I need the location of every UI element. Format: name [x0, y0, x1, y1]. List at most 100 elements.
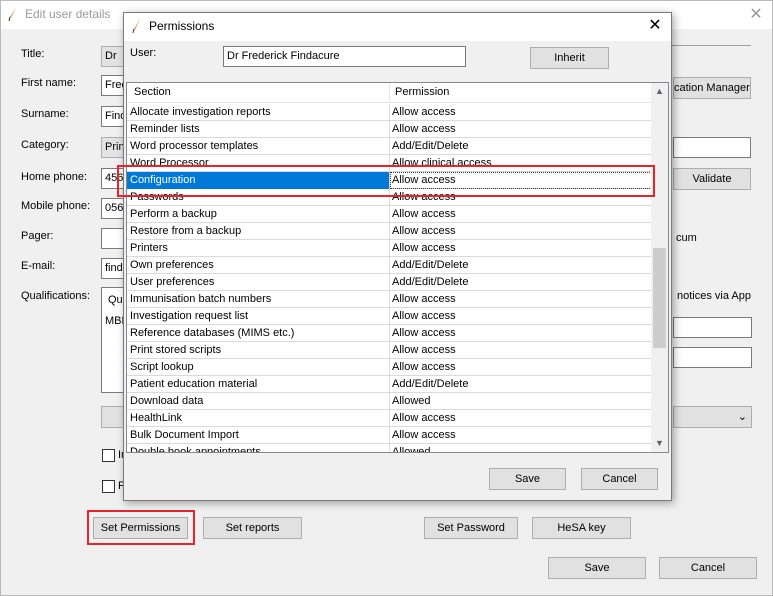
table-row[interactable]: Allocate investigation reports Allow acce…: [127, 104, 652, 121]
cell-divider: [389, 410, 390, 427]
section-cell[interactable]: Investigation request list: [130, 310, 385, 322]
section-cell[interactable]: Double book appointments: [130, 446, 385, 452]
section-cell[interactable]: Perform a backup: [130, 208, 385, 220]
section-cell[interactable]: Patient education material: [130, 378, 385, 390]
permission-cell[interactable]: Allow access: [392, 106, 647, 118]
permission-cell[interactable]: Allowed: [392, 395, 647, 407]
parent-cancel-button[interactable]: Cancel: [659, 557, 757, 579]
cell-divider: [389, 104, 390, 121]
permission-cell[interactable]: Add/Edit/Delete: [392, 276, 647, 288]
permission-cell[interactable]: Add/Edit/Delete: [392, 259, 647, 271]
dialog-cancel-button[interactable]: Cancel: [581, 468, 658, 490]
right-field-3[interactable]: [673, 347, 752, 368]
section-cell[interactable]: Word processor templates: [130, 140, 385, 152]
section-cell[interactable]: Reminder lists: [130, 123, 385, 135]
section-cell[interactable]: Reference databases (MIMS etc.): [130, 327, 385, 339]
table-row[interactable]: Patient education material Add/Edit/Delet…: [127, 376, 652, 393]
permission-cell[interactable]: Allow access: [392, 361, 647, 373]
permissions-dialog: Permissions ✕ User: Dr Frederick Findacu…: [123, 12, 672, 501]
close-icon[interactable]: ✕: [645, 16, 665, 36]
checkbox-2[interactable]: [102, 480, 115, 493]
permission-cell[interactable]: Allow access: [392, 429, 647, 441]
validate-button[interactable]: Validate: [673, 168, 751, 190]
cell-divider: [389, 291, 390, 308]
dialog-title: Permissions: [149, 19, 215, 33]
column-divider: [389, 83, 390, 103]
parent-dropdown-right[interactable]: ⌄: [673, 406, 752, 428]
scroll-thumb[interactable]: [653, 248, 666, 348]
set-password-button[interactable]: Set Password: [424, 517, 518, 539]
scroll-up-icon[interactable]: ▲: [651, 83, 668, 100]
section-cell[interactable]: Own preferences: [130, 259, 385, 271]
first-name-label: First name:: [21, 77, 77, 89]
section-cell[interactable]: Bulk Document Import: [130, 429, 385, 441]
set-reports-button[interactable]: Set reports: [203, 517, 302, 539]
section-cell[interactable]: Allocate investigation reports: [130, 106, 385, 118]
hesa-key-button[interactable]: HeSA key: [532, 517, 631, 539]
section-cell[interactable]: Printers: [130, 242, 385, 254]
table-row[interactable]: Own preferences Add/Edit/Delete: [127, 257, 652, 274]
permission-cell[interactable]: Allow access: [392, 123, 647, 135]
table-row[interactable]: Investigation request list Allow access: [127, 308, 652, 325]
permission-cell[interactable]: Allow access: [392, 327, 647, 339]
cell-divider: [389, 393, 390, 410]
permission-cell[interactable]: Add/Edit/Delete: [392, 140, 647, 152]
table-row[interactable]: Bulk Document Import Allow access: [127, 427, 652, 444]
practice-manager-button[interactable]: cation Manager: [673, 77, 751, 99]
section-cell[interactable]: Download data: [130, 395, 385, 407]
surname-label: Surname:: [21, 108, 69, 120]
category-label: Category:: [21, 139, 69, 151]
mobile-phone-label: Mobile phone:: [21, 200, 91, 212]
column-header-permission[interactable]: Permission: [395, 86, 449, 98]
table-row[interactable]: Immunisation batch numbers Allow access: [127, 291, 652, 308]
table-row[interactable]: Word processor templates Add/Edit/Delete: [127, 138, 652, 155]
table-row[interactable]: Perform a backup Allow access: [127, 206, 652, 223]
close-icon[interactable]: ✕: [746, 5, 766, 25]
table-row[interactable]: Print stored scripts Allow access: [127, 342, 652, 359]
permission-cell[interactable]: Allow access: [392, 293, 647, 305]
vertical-scrollbar[interactable]: ▲ ▼: [651, 83, 668, 452]
column-header-section[interactable]: Section: [134, 86, 171, 98]
permission-cell[interactable]: Allow access: [392, 310, 647, 322]
section-cell[interactable]: User preferences: [130, 276, 385, 288]
parent-save-button[interactable]: Save: [548, 557, 646, 579]
permission-cell[interactable]: Allow access: [392, 208, 647, 220]
inherit-button[interactable]: Inherit: [530, 47, 609, 69]
right-field-1[interactable]: [673, 137, 751, 158]
permission-cell[interactable]: Allow access: [392, 242, 647, 254]
cell-divider: [389, 257, 390, 274]
section-cell[interactable]: HealthLink: [130, 412, 385, 424]
section-cell[interactable]: Immunisation batch numbers: [130, 293, 385, 305]
scroll-down-icon[interactable]: ▼: [651, 435, 668, 452]
table-row[interactable]: Reference databases (MIMS etc.) Allow acc…: [127, 325, 652, 342]
cell-divider: [389, 359, 390, 376]
table-row[interactable]: HealthLink Allow access: [127, 410, 652, 427]
chevron-down-icon: ⌄: [737, 411, 747, 423]
section-cell[interactable]: Print stored scripts: [130, 344, 385, 356]
permission-cell[interactable]: Allow access: [392, 412, 647, 424]
pager-label: Pager:: [21, 230, 54, 242]
cell-divider: [389, 376, 390, 393]
right-field-2[interactable]: [673, 317, 752, 338]
cell-divider: [389, 444, 390, 452]
permission-cell[interactable]: Allow access: [392, 225, 647, 237]
checkbox-1[interactable]: [102, 449, 115, 462]
section-cell[interactable]: Restore from a backup: [130, 225, 385, 237]
feather-icon: [8, 7, 16, 21]
user-field[interactable]: Dr Frederick Findacure: [223, 46, 466, 67]
table-row[interactable]: Restore from a backup Allow access: [127, 223, 652, 240]
section-cell[interactable]: Script lookup: [130, 361, 385, 373]
table-row[interactable]: Double book appointments Allowed: [127, 444, 652, 452]
table-row[interactable]: Printers Allow access: [127, 240, 652, 257]
table-row[interactable]: Script lookup Allow access: [127, 359, 652, 376]
table-row[interactable]: User preferences Add/Edit/Delete: [127, 274, 652, 291]
permission-cell[interactable]: Allow access: [392, 344, 647, 356]
cell-divider: [389, 240, 390, 257]
permission-cell[interactable]: Allowed: [392, 446, 647, 452]
highlight-configuration-row: [117, 165, 655, 197]
permission-cell[interactable]: Add/Edit/Delete: [392, 378, 647, 390]
dialog-save-button[interactable]: Save: [489, 468, 566, 490]
cell-divider: [389, 223, 390, 240]
table-row[interactable]: Download data Allowed: [127, 393, 652, 410]
table-row[interactable]: Reminder lists Allow access: [127, 121, 652, 138]
